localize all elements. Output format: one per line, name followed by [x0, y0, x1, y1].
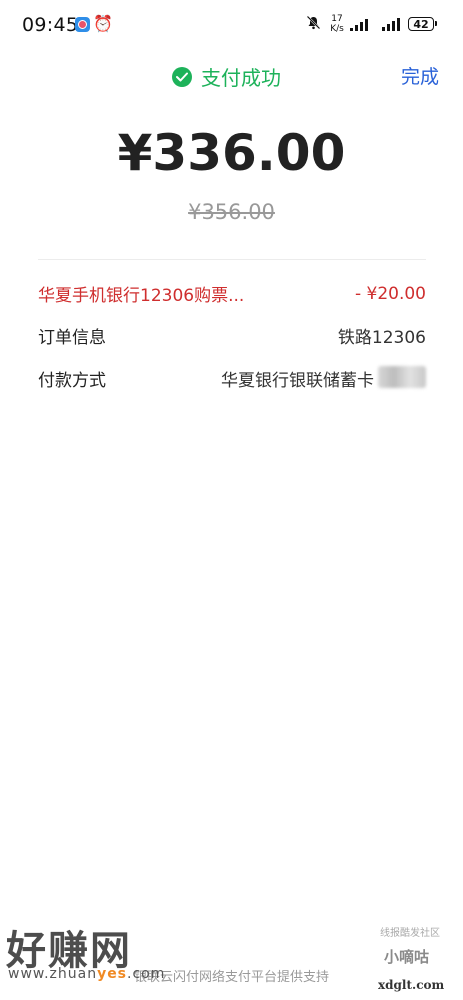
- done-button[interactable]: 完成: [401, 62, 439, 89]
- card-number-redacted: [378, 366, 426, 388]
- network-speed-unit: K/s: [330, 24, 344, 34]
- discount-label: 华夏手机银行12306购票...: [38, 286, 245, 306]
- signal-icon: [382, 17, 400, 31]
- mute-icon: [306, 15, 321, 34]
- signal-icon: [350, 17, 368, 31]
- network-speed-value: 17: [331, 14, 343, 24]
- payment-method-row: 付款方式 华夏银行银联储蓄卡: [38, 366, 426, 391]
- watermark-url: www.zhuanyes.com: [8, 966, 165, 982]
- battery-level: 42: [413, 17, 429, 31]
- watermark-url-suffix: .com: [127, 966, 166, 982]
- paid-amount: ¥336.00: [117, 124, 346, 182]
- payment-status: 支付成功: [172, 62, 281, 91]
- payment-method-label: 付款方式: [38, 371, 106, 391]
- check-circle-icon: [172, 66, 192, 87]
- watermark-site: xdglt.com: [378, 978, 445, 992]
- watermark-logo: 小嘀咕: [384, 948, 430, 966]
- alarm-icon: ⏰: [93, 14, 113, 33]
- discount-row: 华夏手机银行12306购票... - ¥20.00: [38, 281, 426, 307]
- status-time: 09:45: [22, 14, 79, 36]
- order-info-row[interactable]: 订单信息 铁路12306: [38, 323, 426, 348]
- original-amount: ¥356.00: [188, 200, 275, 224]
- watermark-community: 线报酷发社区: [380, 928, 440, 939]
- divider: [38, 259, 426, 260]
- app-icon: [75, 17, 90, 32]
- watermark-url-prefix: www.zhuan: [8, 966, 98, 982]
- order-info-value: 铁路12306: [337, 328, 426, 348]
- discount-value: - ¥20.00: [354, 283, 426, 304]
- network-speed: 17 K/s: [328, 14, 346, 34]
- order-info-label: 订单信息: [38, 328, 106, 348]
- payment-method-value: 华夏银行银联储蓄卡: [221, 371, 374, 391]
- watermark-url-highlight: yes: [97, 966, 128, 982]
- battery-icon: 42: [408, 17, 437, 31]
- payment-status-text: 支付成功: [201, 66, 281, 90]
